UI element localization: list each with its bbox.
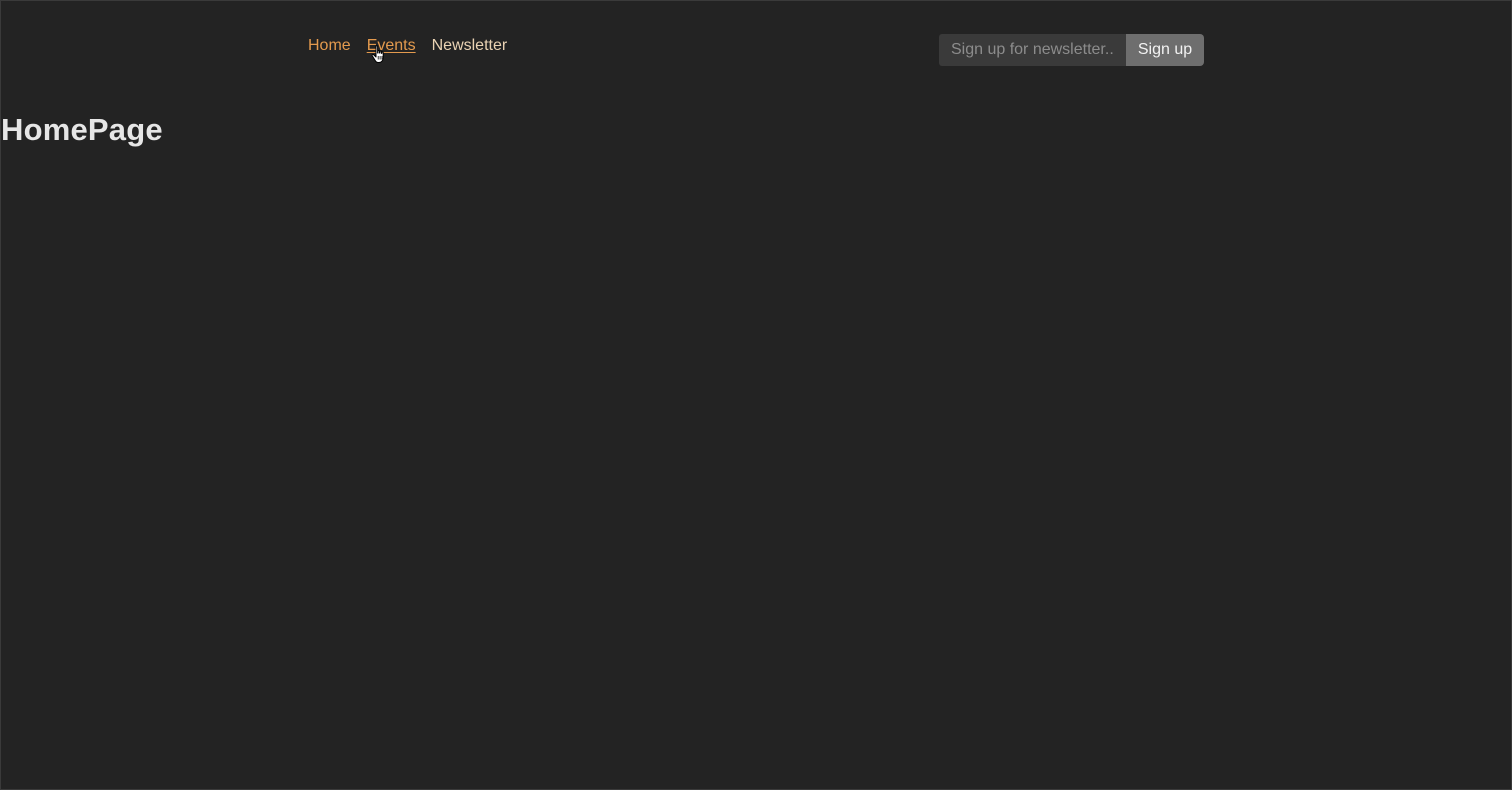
nav-link-home[interactable]: Home [308, 35, 351, 57]
newsletter-email-input[interactable] [939, 34, 1126, 66]
sign-up-button[interactable]: Sign up [1126, 34, 1204, 66]
hand-pointer-cursor-icon [371, 45, 384, 63]
page-title: HomePage [1, 112, 163, 147]
nav-link-newsletter[interactable]: Newsletter [432, 35, 508, 57]
page: Home Events Newsletter Sign up HomePage [0, 0, 1512, 790]
newsletter-signup-form: Sign up [939, 34, 1204, 66]
top-nav: Home Events Newsletter [308, 35, 523, 57]
